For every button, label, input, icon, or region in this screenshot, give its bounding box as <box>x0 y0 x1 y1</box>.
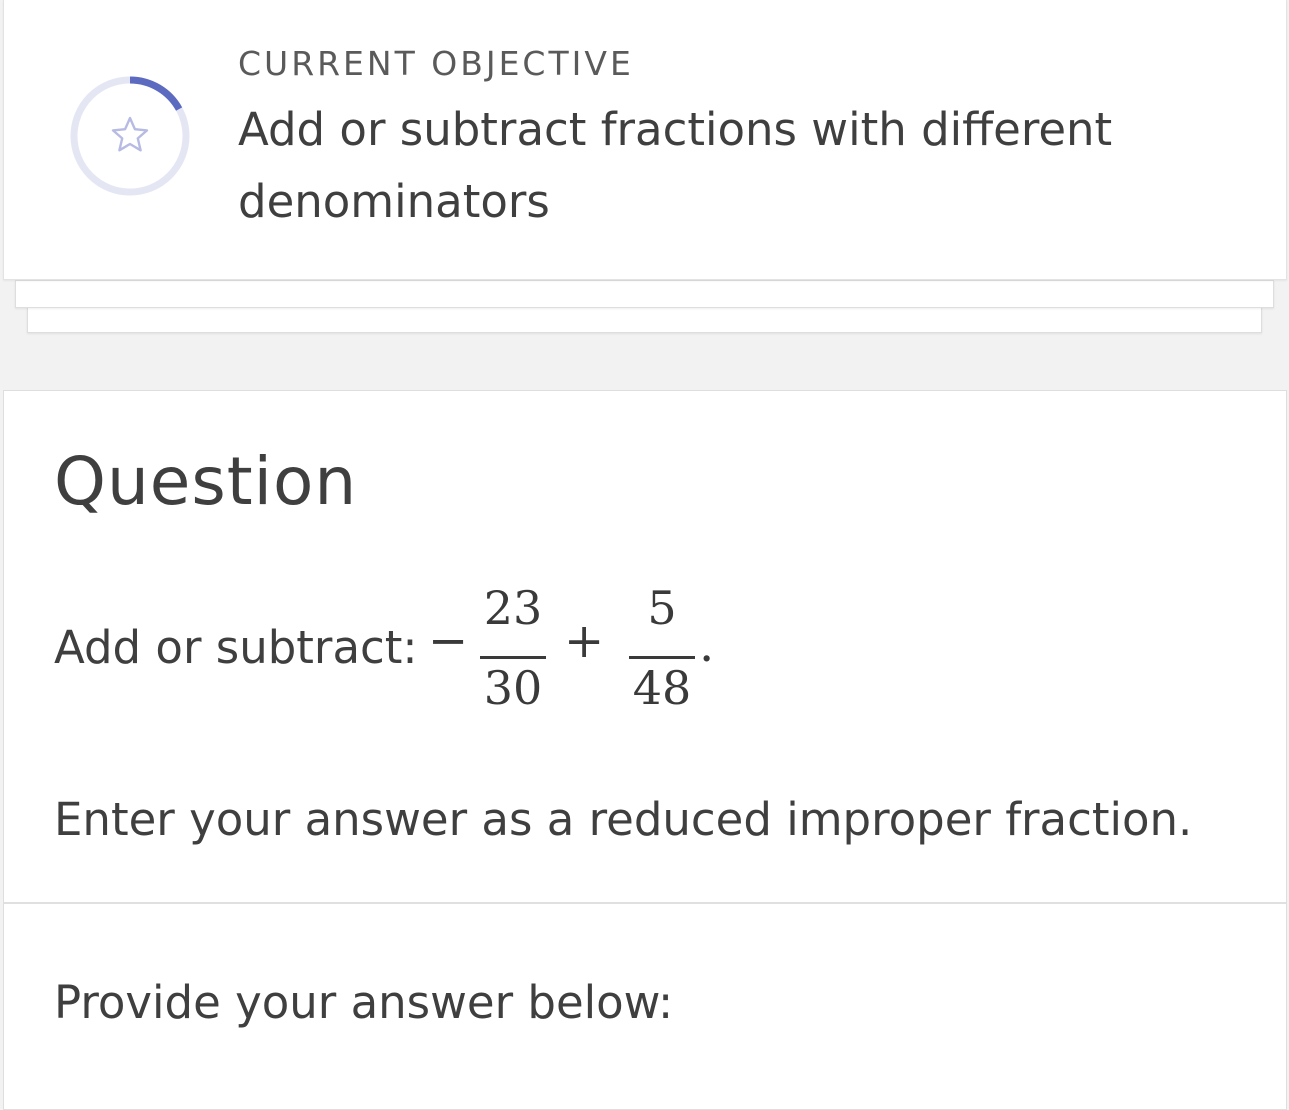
answer-prompt: Provide your answer below: <box>54 976 674 1029</box>
objective-card[interactable]: CURRENT OBJECTIVE Add or subtract fracti… <box>3 0 1287 280</box>
objective-stack-shadow-1 <box>15 280 1274 308</box>
objective-progress-ring <box>70 76 190 196</box>
fraction-1-denominator: 30 <box>483 661 543 715</box>
objective-label: CURRENT OBJECTIVE <box>238 44 634 83</box>
question-heading: Question <box>54 443 358 520</box>
fraction-2-bar <box>629 656 695 659</box>
fraction-1-numerator: 23 <box>483 581 543 635</box>
divider <box>4 902 1286 904</box>
plus-sign: + <box>564 613 605 669</box>
objective-title: Add or subtract fractions with different… <box>238 103 1113 228</box>
minus-sign: − <box>428 613 469 669</box>
question-card: Question Add or subtract: − 23 30 + 5 48… <box>3 390 1287 1110</box>
answer-instruction: Enter your answer as a reduced improper … <box>54 793 1193 846</box>
problem-prompt: Add or subtract: <box>54 621 418 674</box>
fraction-2-numerator: 5 <box>647 581 677 635</box>
trailing-period: . <box>699 617 715 673</box>
fraction-1-bar <box>480 656 546 659</box>
fraction-2-denominator: 48 <box>632 661 692 715</box>
star-icon <box>111 116 149 152</box>
objective-stack-shadow-2 <box>27 306 1262 333</box>
problem-statement: Add or subtract: − 23 30 + 5 48 . <box>54 581 1254 721</box>
